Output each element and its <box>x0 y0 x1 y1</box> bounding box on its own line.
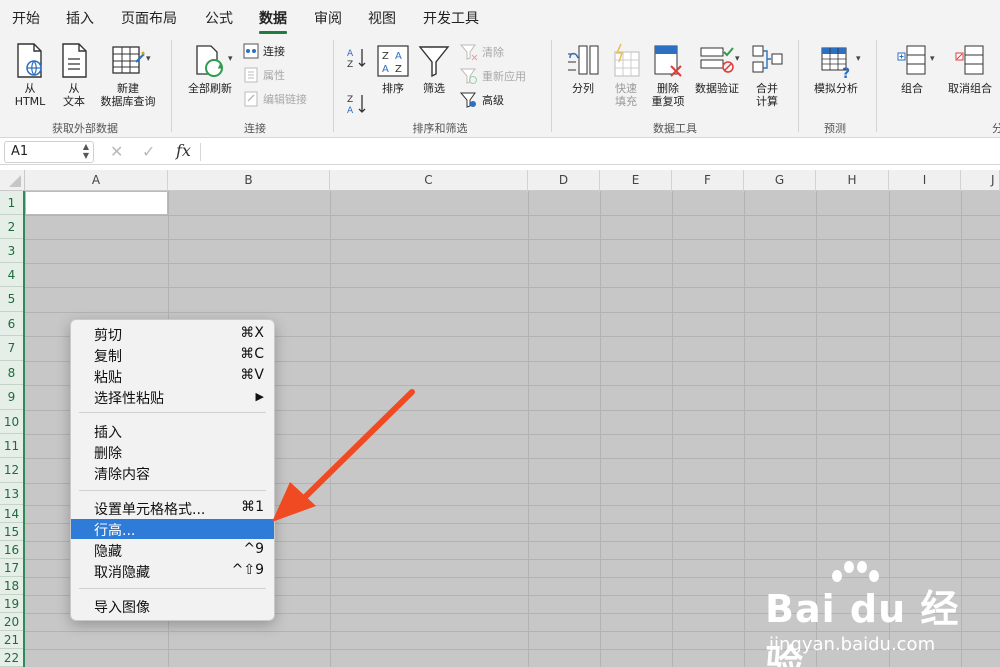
watermark-url: jingyan.baidu.com <box>769 634 936 655</box>
baidu-watermark: Bai du 经验 jingyan.baidu.com <box>765 560 995 667</box>
